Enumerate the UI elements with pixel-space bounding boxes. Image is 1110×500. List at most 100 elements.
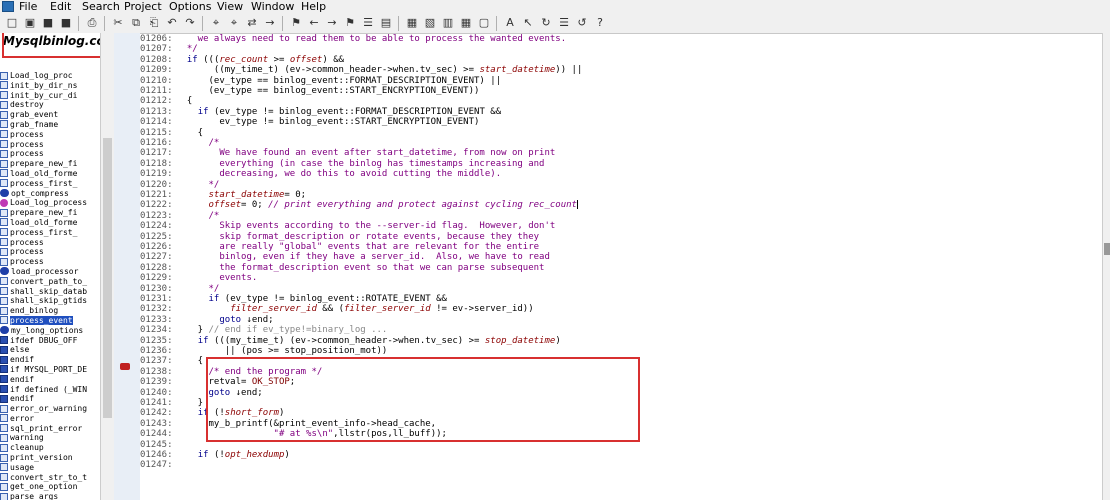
code-line[interactable]: 01230: */ bbox=[140, 284, 219, 294]
sidebar-item[interactable]: load_processor bbox=[0, 267, 100, 277]
symbol-window-icon[interactable]: ▦ bbox=[404, 15, 420, 31]
sidebar-item[interactable]: process_first_ bbox=[0, 228, 100, 238]
search-files-icon[interactable]: ⌖ bbox=[226, 15, 242, 31]
sidebar-item[interactable]: parse_args bbox=[0, 492, 100, 500]
browse-icon[interactable]: ▤ bbox=[378, 15, 394, 31]
code-line[interactable]: 01245: bbox=[140, 440, 176, 450]
sidebar-item[interactable]: error bbox=[0, 414, 100, 424]
code-line[interactable]: 01223: /* bbox=[140, 211, 219, 221]
bookmark-icon[interactable]: ⚑ bbox=[288, 15, 304, 31]
open-folder-icon[interactable]: ▣ bbox=[22, 15, 38, 31]
sidebar-item[interactable]: grab_fname bbox=[0, 120, 100, 130]
sidebar-item[interactable]: if MYSQL_PORT_DE bbox=[0, 365, 100, 375]
sidebar-item[interactable]: process_first_ bbox=[0, 179, 100, 189]
jump-forward-icon[interactable]: → bbox=[324, 15, 340, 31]
sidebar-item[interactable]: if defined (_WIN bbox=[0, 385, 100, 395]
layout-icon[interactable]: ▥ bbox=[440, 15, 456, 31]
code-line[interactable]: 01206: we always need to read them to be… bbox=[140, 34, 566, 44]
jump-back-icon[interactable]: ← bbox=[306, 15, 322, 31]
redo-icon[interactable]: ↷ bbox=[182, 15, 198, 31]
sidebar-item[interactable]: process bbox=[0, 238, 100, 248]
sidebar-item[interactable]: get_one_option bbox=[0, 482, 100, 492]
save-all-icon[interactable]: ■ bbox=[58, 15, 74, 31]
undo-icon[interactable]: ↶ bbox=[164, 15, 180, 31]
code-line[interactable]: 01219: decreasing, we do this to avoid c… bbox=[140, 169, 501, 179]
sidebar-item[interactable]: usage bbox=[0, 463, 100, 473]
code-line[interactable]: 01225: skip format_description or rotate… bbox=[140, 232, 539, 242]
menu-window[interactable]: Window bbox=[251, 0, 294, 13]
sidebar-item[interactable]: ifdef DBUG_OFF bbox=[0, 336, 100, 346]
new-file-icon[interactable]: □ bbox=[4, 15, 20, 31]
code-line[interactable]: 01211: (ev_type == binlog_event::START_E… bbox=[140, 86, 479, 96]
code-line[interactable]: 01235: if (((my_time_t) (ev->common_head… bbox=[140, 336, 561, 346]
sidebar-item[interactable]: grab_event bbox=[0, 110, 100, 120]
breakpoint-marker-icon[interactable] bbox=[120, 363, 130, 370]
select-icon[interactable]: ↖ bbox=[520, 15, 536, 31]
code-line[interactable]: 01233: goto ↓end; bbox=[140, 315, 274, 325]
sidebar-item[interactable]: prepare_new_fi bbox=[0, 159, 100, 169]
menu-file[interactable]: File bbox=[19, 0, 37, 13]
sidebar-item[interactable]: else bbox=[0, 345, 100, 355]
code-line[interactable]: 01236: || (pos >= stop_position_mot)) bbox=[140, 346, 387, 356]
menu-view[interactable]: View bbox=[217, 0, 243, 13]
sidebar-item[interactable]: process bbox=[0, 257, 100, 267]
sidebar-item[interactable]: process bbox=[0, 149, 100, 159]
sidebar-item[interactable]: endif bbox=[0, 355, 100, 365]
sidebar-item[interactable]: init_by_cur_di bbox=[0, 91, 100, 101]
code-line[interactable]: 01231: if (ev_type != binlog_event::ROTA… bbox=[140, 294, 447, 304]
sidebar-item[interactable]: Load_log_proc bbox=[0, 71, 100, 81]
sidebar-item[interactable]: cleanup bbox=[0, 443, 100, 453]
sidebar-item[interactable]: prepare_new_fi bbox=[0, 208, 100, 218]
code-line[interactable]: 01237: { bbox=[140, 356, 203, 366]
sidebar-item[interactable]: convert_path_to_ bbox=[0, 277, 100, 287]
code-line[interactable]: 01213: if (ev_type != binlog_event::FORM… bbox=[140, 107, 501, 117]
sidebar-item[interactable]: process bbox=[0, 140, 100, 150]
copy-icon[interactable]: ⧉ bbox=[128, 15, 144, 31]
save-icon[interactable]: ■ bbox=[40, 15, 56, 31]
sidebar-item[interactable]: endif bbox=[0, 394, 100, 404]
code-line[interactable]: 01207: */ bbox=[140, 44, 198, 54]
sidebar-item[interactable]: convert_str_to_t bbox=[0, 473, 100, 483]
code-line[interactable]: 01214: ev_type != binlog_event::START_EN… bbox=[140, 117, 479, 127]
sidebar-scroll-thumb[interactable] bbox=[103, 138, 112, 418]
sidebar-item[interactable]: load_old_forme bbox=[0, 169, 100, 179]
paste-icon[interactable]: ⎗ bbox=[146, 15, 162, 31]
code-line[interactable]: 01241: } bbox=[140, 398, 203, 408]
sidebar-item[interactable]: shall_skip_datab bbox=[0, 287, 100, 297]
editor-scrollbar[interactable] bbox=[1102, 33, 1110, 500]
sidebar-item[interactable]: error_or_warning bbox=[0, 404, 100, 414]
code-line[interactable]: 01227: binlog, even if they have a serve… bbox=[140, 252, 550, 262]
menu-search[interactable]: Search bbox=[82, 0, 120, 13]
code-line[interactable]: 01222: offset= 0; // print everything an… bbox=[140, 200, 578, 210]
sidebar-item[interactable]: init_by_dir_ns bbox=[0, 81, 100, 91]
sidebar-item[interactable]: Load_log_process bbox=[0, 198, 100, 208]
code-line[interactable]: 01217: We have found an event after star… bbox=[140, 148, 555, 158]
sidebar-item[interactable]: sql_print_error bbox=[0, 424, 100, 434]
menu-project[interactable]: Project bbox=[124, 0, 162, 13]
help-icon[interactable]: ? bbox=[592, 15, 608, 31]
code-line[interactable]: 01246: if (!opt_hexdump) bbox=[140, 450, 290, 460]
menu-edit[interactable]: Edit bbox=[50, 0, 71, 13]
menu-help[interactable]: Help bbox=[301, 0, 326, 13]
print-icon[interactable]: ⎙ bbox=[84, 15, 100, 31]
sidebar-item[interactable]: load_old_forme bbox=[0, 218, 100, 228]
code-line[interactable]: 01221: start_datetime= 0; bbox=[140, 190, 306, 200]
relation-window-icon[interactable]: ▧ bbox=[422, 15, 438, 31]
sidebar-item[interactable]: process bbox=[0, 247, 100, 257]
sidebar-item[interactable]: process_event bbox=[0, 315, 100, 326]
sidebar-item[interactable]: destroy bbox=[0, 100, 100, 110]
window-icon[interactable]: ▢ bbox=[476, 15, 492, 31]
code-line[interactable]: 01216: /* bbox=[140, 138, 219, 148]
rebuild-icon[interactable]: ↺ bbox=[574, 15, 590, 31]
code-line[interactable]: 01226: are really "global" events that a… bbox=[140, 242, 539, 252]
code-line[interactable]: 01212: { bbox=[140, 96, 192, 106]
sidebar-scrollbar[interactable] bbox=[100, 33, 115, 500]
code-line[interactable]: 01228: the format_description event so t… bbox=[140, 263, 544, 273]
code-line[interactable]: 01209: ((my_time_t) (ev->common_header->… bbox=[140, 65, 582, 75]
case-icon[interactable]: A bbox=[502, 15, 518, 31]
bookmark-list-icon[interactable]: ☰ bbox=[360, 15, 376, 31]
menu-options[interactable]: Options bbox=[169, 0, 211, 13]
tile-icon[interactable]: ▦ bbox=[458, 15, 474, 31]
code-line[interactable]: 01224: Skip events according to the --se… bbox=[140, 221, 555, 231]
sidebar-item[interactable]: endif bbox=[0, 375, 100, 385]
